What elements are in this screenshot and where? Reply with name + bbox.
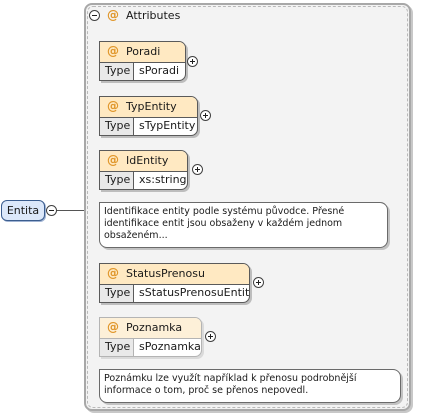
identity-documentation: Identifikace entity podle systému původc…: [99, 202, 388, 248]
root-connector: [56, 210, 86, 211]
attribute-at-icon: @: [107, 266, 119, 280]
attributes-collapse-toggle[interactable]: [89, 10, 100, 21]
identity-documentation-text: Identifikace entity podle systému původc…: [104, 206, 345, 241]
attribute-statusprenosu[interactable]: @ StatusPrenosu Type sStatusPrenosuEntit…: [99, 263, 250, 303]
root-element-entita[interactable]: Entita: [1, 200, 45, 221]
attribute-name: Poznamka: [126, 321, 183, 334]
attribute-name: StatusPrenosu: [126, 267, 205, 280]
type-value: sTypEntity: [139, 119, 196, 132]
attribute-header: @ IdEntity: [100, 151, 187, 172]
attribute-name: Poradi: [126, 45, 161, 58]
attribute-at-icon: @: [107, 153, 119, 167]
root-collapse-toggle[interactable]: [46, 205, 57, 216]
type-value: sPoznamka: [139, 340, 201, 353]
attribute-header: @ Poznamka: [100, 318, 201, 339]
expand-statusprenosu-button[interactable]: [253, 277, 264, 288]
expand-poznamka-button[interactable]: [205, 331, 216, 342]
expand-poradi-button[interactable]: [187, 56, 198, 67]
attribute-at-icon: @: [107, 320, 119, 334]
type-label: Type: [100, 63, 134, 80]
attribute-header: @ Poradi: [100, 42, 185, 63]
attributes-at-icon: @: [107, 8, 119, 22]
attribute-name: TypEntity: [126, 100, 177, 113]
attribute-header: @ TypEntity: [100, 97, 197, 118]
attribute-name: IdEntity: [126, 154, 169, 167]
poznamka-documentation: Poznámku lze využít například k přenosu …: [99, 369, 401, 403]
attribute-header: @ StatusPrenosu: [100, 264, 249, 285]
attribute-typentity[interactable]: @ TypEntity Type sTypEntity: [99, 96, 198, 136]
attribute-poznamka[interactable]: @ Poznamka Type sPoznamka: [99, 317, 202, 357]
type-label: Type: [100, 172, 134, 189]
type-label: Type: [100, 285, 134, 302]
type-value: xs:string: [139, 173, 187, 186]
type-value: sPoradi: [139, 64, 180, 77]
attribute-poradi[interactable]: @ Poradi Type sPoradi: [99, 41, 186, 81]
attribute-at-icon: @: [107, 99, 119, 113]
poznamka-documentation-text: Poznámku lze využít například k přenosu …: [104, 373, 357, 396]
type-label: Type: [100, 118, 134, 135]
type-value: sStatusPrenosuEntita: [139, 286, 250, 299]
attributes-group-title: Attributes: [126, 9, 181, 22]
expand-typentity-button[interactable]: [200, 110, 211, 121]
attribute-at-icon: @: [107, 44, 119, 58]
root-element-label: Entita: [6, 204, 40, 217]
expand-identity-button[interactable]: [192, 164, 203, 175]
type-label: Type: [100, 339, 134, 356]
attribute-identity[interactable]: @ IdEntity Type xs:string: [99, 150, 188, 190]
